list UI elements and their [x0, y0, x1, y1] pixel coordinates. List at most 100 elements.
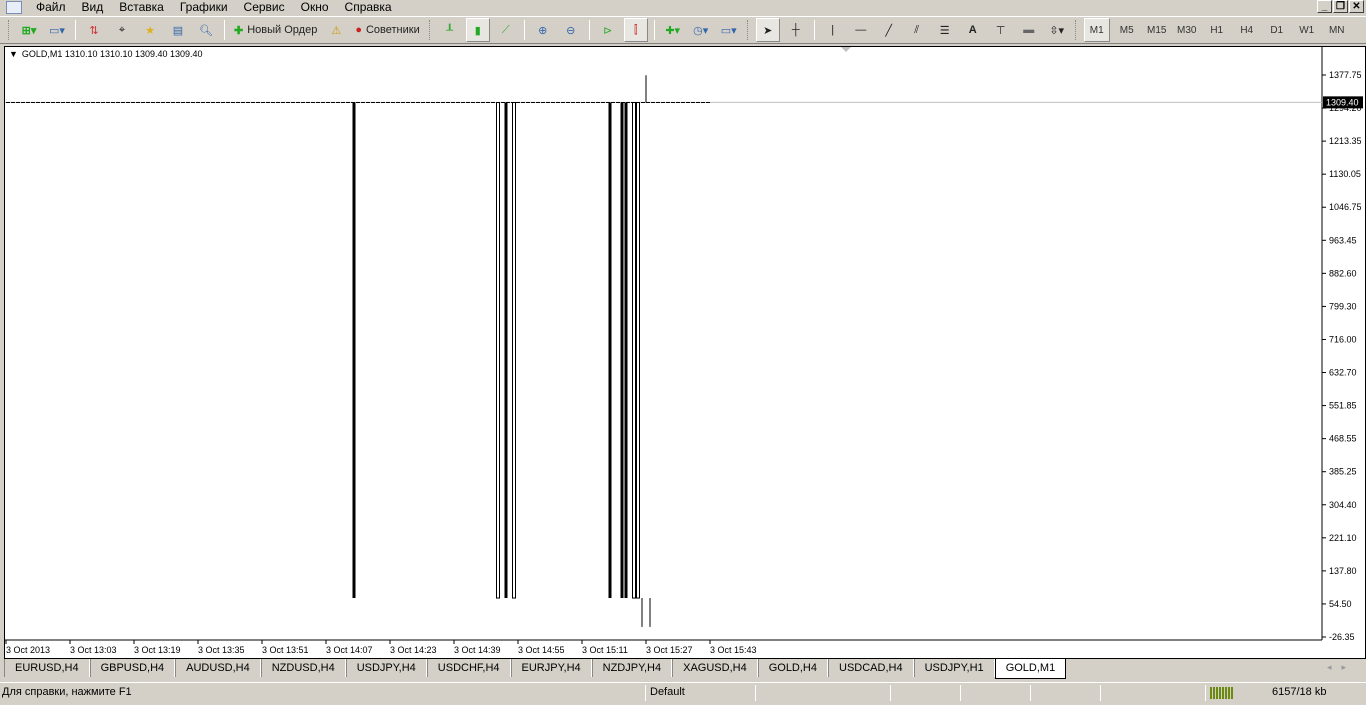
status-bar: Для справки, нажмите F1 Default 6157/18 … [0, 682, 1366, 703]
text-label-button[interactable]: ⊤ [989, 18, 1013, 42]
timeframe-m5[interactable]: M5 [1114, 18, 1140, 42]
chart-tab[interactable]: USDCAD,H4 [828, 659, 914, 677]
toolbar-grip[interactable] [8, 20, 11, 40]
timeframe-h1[interactable]: H1 [1204, 18, 1230, 42]
time-label: 3 Oct 14:55 [518, 645, 565, 655]
toolbar: ⊞▾ ▭▾ ⇅ ⌖ ★ ▤ 🔍︎ ✚ Новый Ордер ⚠ ● Советни… [0, 16, 1366, 44]
menu-insert[interactable]: Вставка [111, 0, 172, 14]
data-window-button[interactable]: ⌖ [110, 18, 134, 42]
menu-help[interactable]: Справка [337, 0, 400, 14]
time-label: 3 Oct 14:39 [454, 645, 501, 655]
time-label: 3 Oct 13:03 [70, 645, 117, 655]
experts-button[interactable]: ● Советники [352, 18, 422, 42]
minimize-button[interactable]: _ [1317, 0, 1332, 13]
spike-candle [608, 102, 612, 599]
price-label: 963.45 [1329, 235, 1357, 245]
templates-button[interactable]: ▭▾ [717, 18, 741, 42]
experts-icon: ● [355, 24, 362, 36]
candlestick-icon: ▮ [474, 24, 481, 37]
price-label: -26.35 [1329, 632, 1355, 642]
crosshair-tool-icon: ┼ [791, 24, 800, 36]
terminal-button[interactable]: ▤ [166, 18, 190, 42]
line-chart-button[interactable]: ⟋ [494, 18, 518, 42]
chart-tab[interactable]: USDJPY,H4 [345, 659, 427, 677]
periods-button[interactable]: ◷▾ [689, 18, 713, 42]
arrows-button[interactable]: ⇳▾ [1045, 18, 1069, 42]
chart-tab[interactable]: NZDUSD,H4 [260, 659, 346, 677]
line-chart-icon: ⟋ [501, 23, 510, 36]
market-watch-button[interactable]: ⇅ [82, 18, 106, 42]
chart-tab[interactable]: EURUSD,H4 [4, 659, 90, 677]
new-order-icon: ✚ [234, 24, 244, 37]
timeframe-m15[interactable]: M15 [1144, 18, 1170, 42]
chart-tab[interactable]: GOLD,M1 [994, 659, 1067, 679]
autotrading-warning-button[interactable]: ⚠ [324, 18, 348, 42]
chart-window[interactable]: ▼ GOLD,M1 1310.10 1310.10 1309.40 1309.40… [4, 46, 1366, 659]
price-label: 1377.75 [1329, 70, 1362, 80]
new-chart-button[interactable]: ⊞▾ [17, 18, 41, 42]
channel-button[interactable]: ⫽ [905, 18, 929, 42]
trendline-button[interactable]: ╱ [877, 18, 901, 42]
chart-tab[interactable]: GBPUSD,H4 [89, 659, 176, 677]
menu-tools[interactable]: Сервис [236, 0, 293, 14]
status-profile: Default [650, 686, 685, 698]
chart-tab[interactable]: USDCHF,H4 [426, 659, 511, 677]
chart-shift-marker [841, 47, 851, 52]
autoscroll-button[interactable]: ⊳ [596, 18, 620, 42]
new-order-button[interactable]: ✚ Новый Ордер [231, 18, 320, 42]
price-chart[interactable]: 1377.751294.201213.351130.051046.75963.4… [5, 47, 1365, 658]
trendline-icon: ╱ [885, 24, 893, 37]
indicators-button[interactable]: ✚▾ [661, 18, 685, 42]
chart-shift-button[interactable]: ⫿ [623, 18, 648, 42]
bar-chart-button[interactable]: ┸ [438, 18, 462, 42]
menu-window[interactable]: Окно [293, 0, 337, 14]
profiles-icon: ▭▾ [49, 24, 65, 37]
menu-charts[interactable]: Графики [172, 0, 236, 14]
crosshair-button[interactable]: ┼ [784, 18, 808, 42]
tester-icon: 🔍︎ [199, 24, 213, 37]
time-label: 3 Oct 2013 [6, 645, 50, 655]
timeframe-h4[interactable]: H4 [1234, 18, 1260, 42]
price-label: 799.30 [1329, 301, 1357, 311]
zoom-out-button[interactable]: ⊖ [559, 18, 583, 42]
timeframe-d1[interactable]: D1 [1264, 18, 1290, 42]
timeframe-m1[interactable]: M1 [1083, 18, 1110, 42]
bar-chart-icon: ┸ [446, 24, 454, 37]
chart-tab[interactable]: NZDJPY,H4 [591, 659, 673, 677]
text-button[interactable]: A [961, 18, 985, 42]
cursor-button[interactable]: ➤ [755, 18, 780, 42]
folder-star-icon: ★ [145, 24, 155, 37]
chart-tab[interactable]: USDJPY,H1 [913, 659, 995, 677]
menu-view[interactable]: Вид [74, 0, 112, 14]
navigator-button[interactable]: ★ [138, 18, 162, 42]
tester-button[interactable]: 🔍︎ [194, 18, 218, 42]
menu-file[interactable]: Файл [28, 0, 74, 14]
chart-shift-icon: ⫿ [633, 23, 638, 36]
chart-tab[interactable]: GOLD,H4 [757, 659, 828, 677]
timeframe-w1[interactable]: W1 [1294, 18, 1320, 42]
terminal-icon: ▤ [172, 24, 184, 37]
horizontal-line-icon: — [855, 24, 867, 36]
warning-icon: ⚠ [331, 24, 342, 37]
app-icon[interactable] [6, 0, 22, 14]
time-label: 3 Oct 14:23 [390, 645, 437, 655]
vertical-line-button[interactable]: | [821, 18, 845, 42]
status-traffic: 6157/18 kb [1272, 686, 1327, 698]
zoom-in-icon: ⊕ [538, 24, 548, 37]
rectangle-button[interactable]: ▬ [1017, 18, 1041, 42]
chart-tab[interactable]: XAGUSD,H4 [672, 659, 758, 677]
chart-tab[interactable]: AUDUSD,H4 [175, 659, 261, 677]
restore-button[interactable]: ❐ [1333, 0, 1348, 13]
current-price-label: 1309.40 [1326, 97, 1359, 107]
chart-tab[interactable]: EURJPY,H4 [510, 659, 592, 677]
arrows-icon: ⇳▾ [1049, 24, 1065, 37]
tab-scroll-arrows[interactable]: ◂▸ [1327, 662, 1356, 673]
close-button[interactable]: ✕ [1349, 0, 1364, 13]
timeframe-m30[interactable]: M30 [1174, 18, 1200, 42]
zoom-in-button[interactable]: ⊕ [531, 18, 555, 42]
horizontal-line-button[interactable]: — [849, 18, 873, 42]
timeframe-mn[interactable]: MN [1324, 18, 1350, 42]
candlestick-button[interactable]: ▮ [465, 18, 490, 42]
fibonacci-button[interactable]: ☰ [933, 18, 957, 42]
profiles-button[interactable]: ▭▾ [45, 18, 69, 42]
